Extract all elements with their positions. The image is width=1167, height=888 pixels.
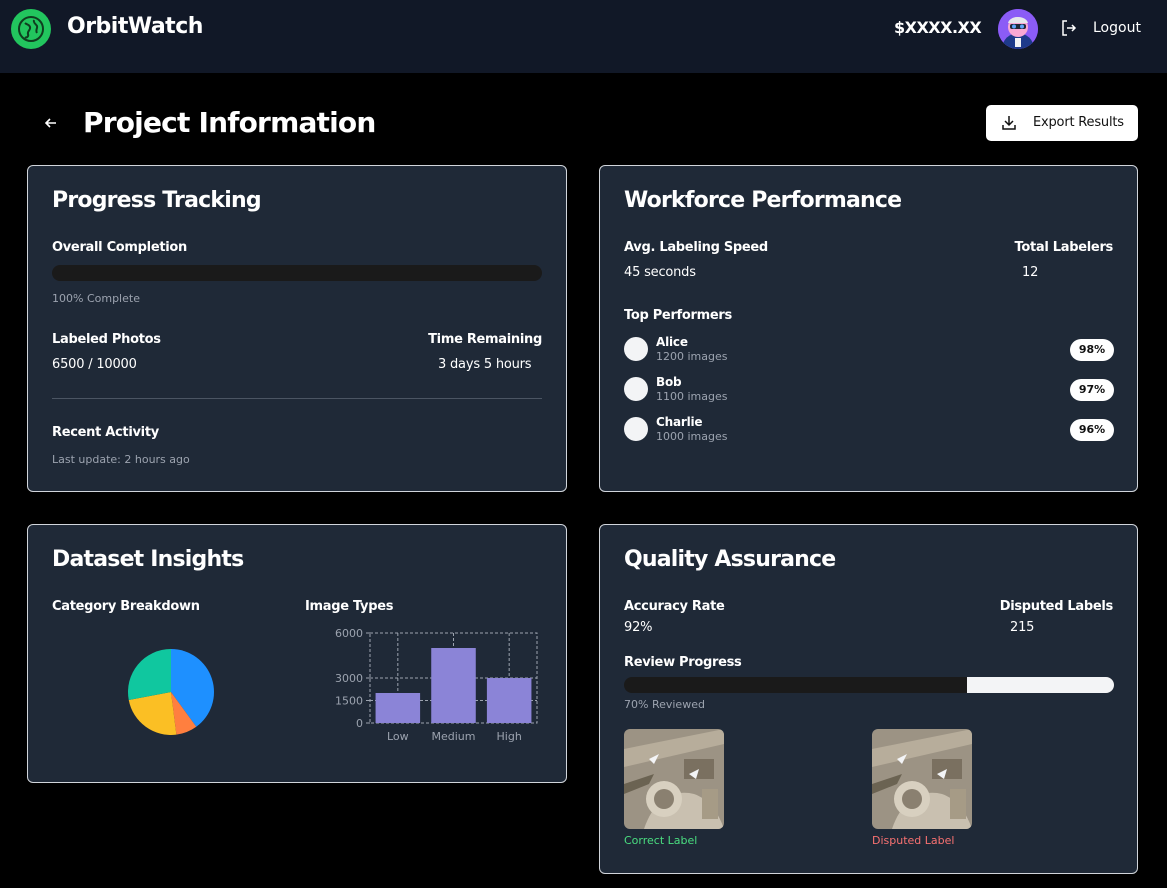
- accuracy-rate-label: Accuracy Rate: [624, 599, 725, 614]
- x-tick-label: High: [497, 730, 522, 743]
- page-title: Project Information: [83, 106, 376, 139]
- review-progress-bar: [624, 677, 1114, 693]
- back-arrow-icon[interactable]: [41, 113, 61, 133]
- logout-button[interactable]: Logout: [1060, 18, 1141, 38]
- category-pie-chart: [128, 649, 214, 735]
- recent-activity-label: Recent Activity: [52, 425, 159, 440]
- quality-assurance-card: Quality Assurance Accuracy Rate 92% Disp…: [599, 524, 1138, 874]
- accuracy-rate-value: 92%: [624, 620, 653, 635]
- image-types-bar-chart: 0 1500 3000 6000 Low Medium High: [335, 627, 538, 743]
- brand-name: OrbitWatch: [67, 14, 203, 39]
- labeled-photos-label: Labeled Photos: [52, 332, 161, 347]
- card-title: Quality Assurance: [624, 547, 836, 572]
- total-labelers-value: 12: [1022, 265, 1039, 280]
- disputed-label-image[interactable]: [872, 729, 972, 829]
- performer-name: Bob: [656, 375, 682, 389]
- card-title: Workforce Performance: [624, 188, 902, 213]
- bar: [375, 693, 421, 723]
- logout-label: Logout: [1093, 20, 1141, 36]
- review-progress-status: 70% Reviewed: [624, 698, 705, 711]
- y-tick-label: 1500: [335, 695, 363, 708]
- top-performers-label: Top Performers: [624, 308, 732, 323]
- performer-score-badge: 98%: [1070, 339, 1114, 361]
- disputed-labels-value: 215: [1010, 620, 1035, 635]
- overall-completion-status: 100% Complete: [52, 292, 140, 305]
- progress-tracking-card: Progress Tracking Overall Completion 100…: [27, 165, 567, 492]
- correct-label-image[interactable]: [624, 729, 724, 829]
- bar: [486, 678, 532, 723]
- y-tick-label: 6000: [335, 627, 363, 640]
- performer-name: Charlie: [656, 415, 703, 429]
- review-progress-remaining: [967, 677, 1114, 693]
- export-results-button[interactable]: Export Results: [986, 105, 1138, 141]
- performer-row: Alice 1200 images 98%: [624, 335, 1114, 369]
- disputed-labels-label: Disputed Labels: [999, 599, 1114, 614]
- overall-completion-bar: [52, 265, 542, 281]
- avatar: [624, 337, 648, 361]
- time-remaining-value: 3 days 5 hours: [438, 357, 532, 372]
- dataset-insights-card: Dataset Insights Category Breakdown Imag…: [27, 524, 567, 783]
- performer-images: 1000 images: [656, 430, 728, 443]
- avg-speed-label: Avg. Labeling Speed: [624, 240, 768, 255]
- correct-label-caption: Correct Label: [624, 834, 698, 847]
- time-remaining-label: Time Remaining: [428, 332, 542, 347]
- top-header: OrbitWatch $XXXX.XX Logout: [0, 0, 1167, 73]
- y-tick-label: 3000: [335, 672, 363, 685]
- globe-logo-icon[interactable]: [11, 9, 51, 49]
- workforce-performance-card: Workforce Performance Avg. Labeling Spee…: [599, 165, 1138, 492]
- y-tick-label: 0: [356, 717, 363, 730]
- user-avatar[interactable]: [998, 9, 1038, 49]
- performer-name: Alice: [656, 335, 688, 349]
- review-progress-label: Review Progress: [624, 655, 742, 670]
- performer-row: Charlie 1000 images 96%: [624, 415, 1114, 449]
- bar: [431, 648, 476, 723]
- recent-activity-value: Last update: 2 hours ago: [52, 453, 190, 466]
- divider: [52, 398, 542, 399]
- performer-images: 1200 images: [656, 350, 728, 363]
- image-types-label: Image Types: [305, 599, 394, 614]
- pie-slice: [128, 649, 171, 701]
- download-icon: [1002, 116, 1016, 130]
- export-results-label: Export Results: [1033, 115, 1124, 130]
- card-title: Progress Tracking: [52, 188, 262, 213]
- logout-icon: [1062, 20, 1077, 36]
- x-tick-label: Low: [387, 730, 409, 743]
- avg-speed-value: 45 seconds: [624, 265, 696, 280]
- performer-images: 1100 images: [656, 390, 728, 403]
- performer-score-badge: 96%: [1070, 419, 1114, 441]
- performer-row: Bob 1100 images 97%: [624, 375, 1114, 409]
- labeled-photos-value: 6500 / 10000: [52, 357, 137, 372]
- performer-score-badge: 97%: [1070, 379, 1114, 401]
- overall-completion-label: Overall Completion: [52, 240, 188, 255]
- card-title: Dataset Insights: [52, 547, 244, 572]
- total-labelers-label: Total Labelers: [1014, 240, 1114, 255]
- category-breakdown-label: Category Breakdown: [52, 599, 200, 614]
- x-tick-label: Medium: [432, 730, 476, 743]
- avatar: [624, 377, 648, 401]
- disputed-label-caption: Disputed Label: [872, 834, 955, 847]
- account-balance: $XXXX.XX: [894, 18, 982, 37]
- avatar: [624, 417, 648, 441]
